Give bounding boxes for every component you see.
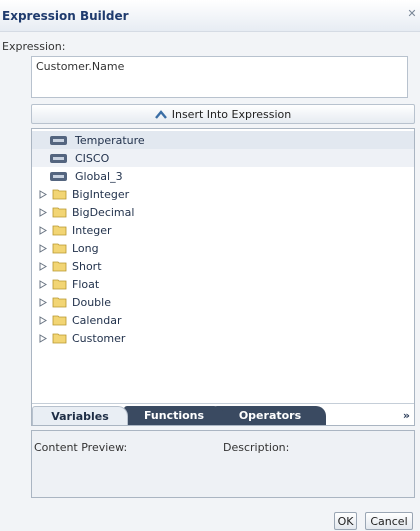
insert-arrow-icon bbox=[154, 109, 167, 119]
tree-item-variable[interactable]: Global_3 bbox=[32, 167, 414, 185]
tab-operators[interactable]: Operators bbox=[214, 406, 326, 425]
folder-icon bbox=[52, 279, 67, 290]
tree-item-label: BigDecimal bbox=[72, 205, 135, 219]
tree-item-folder[interactable]: BigInteger bbox=[32, 185, 414, 203]
tree-item-label: Float bbox=[72, 277, 100, 291]
tree-item-label: CISCO bbox=[75, 151, 110, 165]
folder-icon bbox=[52, 333, 67, 344]
folder-icon bbox=[52, 225, 67, 236]
tree-item-folder[interactable]: Short bbox=[32, 257, 414, 275]
expand-arrow-icon[interactable] bbox=[38, 261, 48, 271]
tree-item-label: Integer bbox=[72, 223, 112, 237]
variable-icon bbox=[50, 153, 67, 163]
folder-icon bbox=[52, 189, 67, 200]
preview-panel: Content Preview: Description: bbox=[31, 430, 415, 498]
tree-item-folder[interactable]: Float bbox=[32, 275, 414, 293]
expand-arrow-icon[interactable] bbox=[38, 279, 48, 289]
tree-item-folder[interactable]: Long bbox=[32, 239, 414, 257]
tab-variables[interactable]: Variables bbox=[32, 406, 128, 425]
tree-item-label: Temperature bbox=[75, 133, 145, 147]
tree-item-label: Customer bbox=[72, 331, 126, 345]
expression-builder-dialog: Expression Builder ✕ Expression: Custome… bbox=[0, 0, 420, 531]
expand-arrow-icon[interactable] bbox=[38, 207, 48, 217]
expand-arrow-icon[interactable] bbox=[38, 333, 48, 343]
tree-item-folder[interactable]: Calendar bbox=[32, 311, 414, 329]
expand-arrow-icon[interactable] bbox=[38, 297, 48, 307]
variables-tree-panel: Temperature CISCO Global_3 BigInteger Bi… bbox=[31, 128, 415, 426]
description-label: Description: bbox=[223, 441, 290, 454]
expand-arrow-icon[interactable] bbox=[38, 315, 48, 325]
close-icon[interactable]: ✕ bbox=[406, 8, 418, 20]
folder-icon bbox=[52, 207, 67, 218]
variable-icon bbox=[50, 171, 67, 181]
tab-functions[interactable]: Functions bbox=[124, 406, 224, 425]
tab-bar: Operators Functions Variables » bbox=[32, 403, 414, 425]
tree-item-label: Long bbox=[72, 241, 99, 255]
tree-item-folder[interactable]: Integer bbox=[32, 221, 414, 239]
expression-label: Expression: bbox=[2, 40, 66, 53]
folder-icon bbox=[52, 315, 67, 326]
tree-item-variable[interactable]: Temperature bbox=[32, 131, 414, 149]
tree-item-label: Short bbox=[72, 259, 102, 273]
tree-item-folder[interactable]: BigDecimal bbox=[32, 203, 414, 221]
folder-icon bbox=[52, 261, 67, 272]
content-preview-label: Content Preview: bbox=[34, 441, 128, 454]
expression-input[interactable]: Customer.Name bbox=[31, 56, 408, 98]
variable-icon bbox=[50, 135, 67, 145]
ok-button[interactable]: OK bbox=[334, 512, 357, 530]
expand-arrow-icon[interactable] bbox=[38, 243, 48, 253]
tree-item-folder[interactable]: Double bbox=[32, 293, 414, 311]
dialog-title: Expression Builder bbox=[2, 9, 129, 23]
title-bar: Expression Builder ✕ bbox=[0, 0, 420, 32]
insert-button-label: Insert Into Expression bbox=[171, 107, 292, 121]
tree-item-label: Double bbox=[72, 295, 111, 309]
cancel-button[interactable]: Cancel bbox=[365, 512, 413, 530]
expand-arrow-icon[interactable] bbox=[38, 225, 48, 235]
tree-item-label: Calendar bbox=[72, 313, 122, 327]
variables-tree: Temperature CISCO Global_3 BigInteger Bi… bbox=[32, 131, 414, 347]
tree-item-label: Global_3 bbox=[75, 169, 123, 183]
more-tabs-icon[interactable]: » bbox=[403, 409, 410, 422]
tree-item-variable[interactable]: CISCO bbox=[32, 149, 414, 167]
tree-item-folder[interactable]: Customer bbox=[32, 329, 414, 347]
tree-item-label: BigInteger bbox=[72, 187, 130, 201]
folder-icon bbox=[52, 243, 67, 254]
folder-icon bbox=[52, 297, 67, 308]
insert-into-expression-button[interactable]: Insert Into Expression bbox=[31, 104, 415, 124]
expand-arrow-icon[interactable] bbox=[38, 189, 48, 199]
